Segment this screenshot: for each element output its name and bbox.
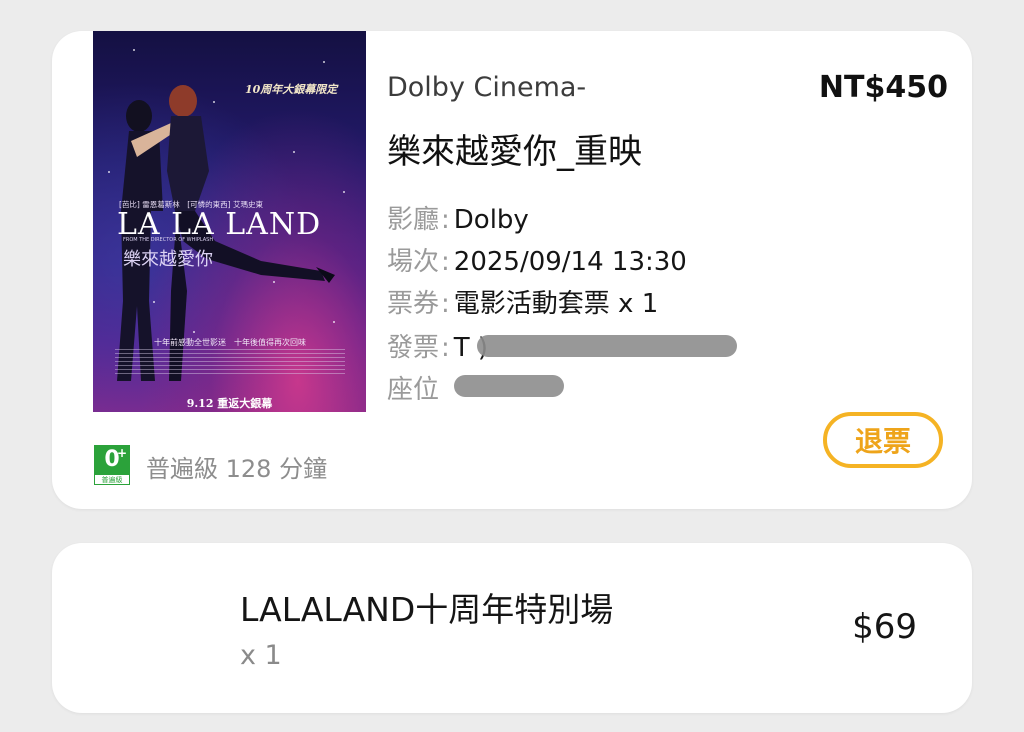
detail-row-seat: 座位 [387, 369, 445, 405]
detail-label: 場次 [387, 247, 440, 277]
detail-value: Dolby [453, 205, 529, 235]
detail-row-ticket-type: 票券: 電影活動套票 x 1 [387, 283, 658, 319]
poster-tagline: 十年前感動全世影迷 十年後值得再次回味 [154, 338, 306, 347]
poster-anniversary-text: 10周年大銀幕限定 [245, 83, 338, 96]
detail-label: 影廳 [387, 205, 440, 235]
addon-price: $69 [852, 607, 917, 647]
detail-value: 2025/09/14 13:30 [453, 247, 687, 277]
poster-credits-block [115, 349, 345, 375]
detail-separator: : [441, 289, 450, 319]
poster-director-line: FROM THE DIRECTOR OF WHIPLASH [123, 237, 214, 243]
detail-label: 座位 [387, 375, 440, 405]
refund-button[interactable]: 退票 [823, 412, 943, 468]
rating-duration-text: 普遍級 128 分鐘 [146, 455, 328, 483]
rating-badge-text: 普遍級 [94, 474, 130, 485]
movie-poster: 10周年大銀幕限定 [芭比] 雷恩葛斯林 [可憐的東西] 艾瑪史東 LA LA … [93, 31, 366, 412]
addon-card: LALALAND十周年特別場 x 1 $69 [52, 543, 972, 713]
detail-separator: : [441, 205, 450, 235]
ticket-price: NT$450 [818, 70, 948, 105]
detail-label: 發票 [387, 333, 440, 363]
movie-title: 樂來越愛你_重映 [387, 132, 642, 172]
detail-separator: : [441, 333, 450, 363]
detail-label: 票券 [387, 289, 440, 319]
rating-general-icon: 0 + 普遍級 [94, 445, 130, 485]
poster-chinese-title: 樂來越愛你 [123, 249, 213, 270]
detail-value: 電影活動套票 x 1 [453, 289, 659, 319]
rating-badge-plus: + [116, 446, 127, 460]
cinema-name: Dolby Cinema- [387, 72, 587, 103]
invoice-redaction [477, 335, 737, 357]
detail-separator: : [441, 247, 450, 277]
poster-release-date: 9.12 重返大銀幕 [186, 397, 273, 410]
detail-row-showtime: 場次: 2025/09/14 13:30 [387, 241, 687, 277]
detail-row-invoice: 發票: T ) [387, 327, 488, 363]
ticket-card: 10周年大銀幕限定 [芭比] 雷恩葛斯林 [可憐的東西] 艾瑪史東 LA LA … [52, 31, 972, 509]
addon-name: LALALAND十周年特別場 [240, 590, 614, 629]
addon-quantity: x 1 [240, 640, 282, 671]
seat-redaction [454, 375, 564, 397]
detail-row-hall: 影廳: Dolby [387, 199, 529, 235]
